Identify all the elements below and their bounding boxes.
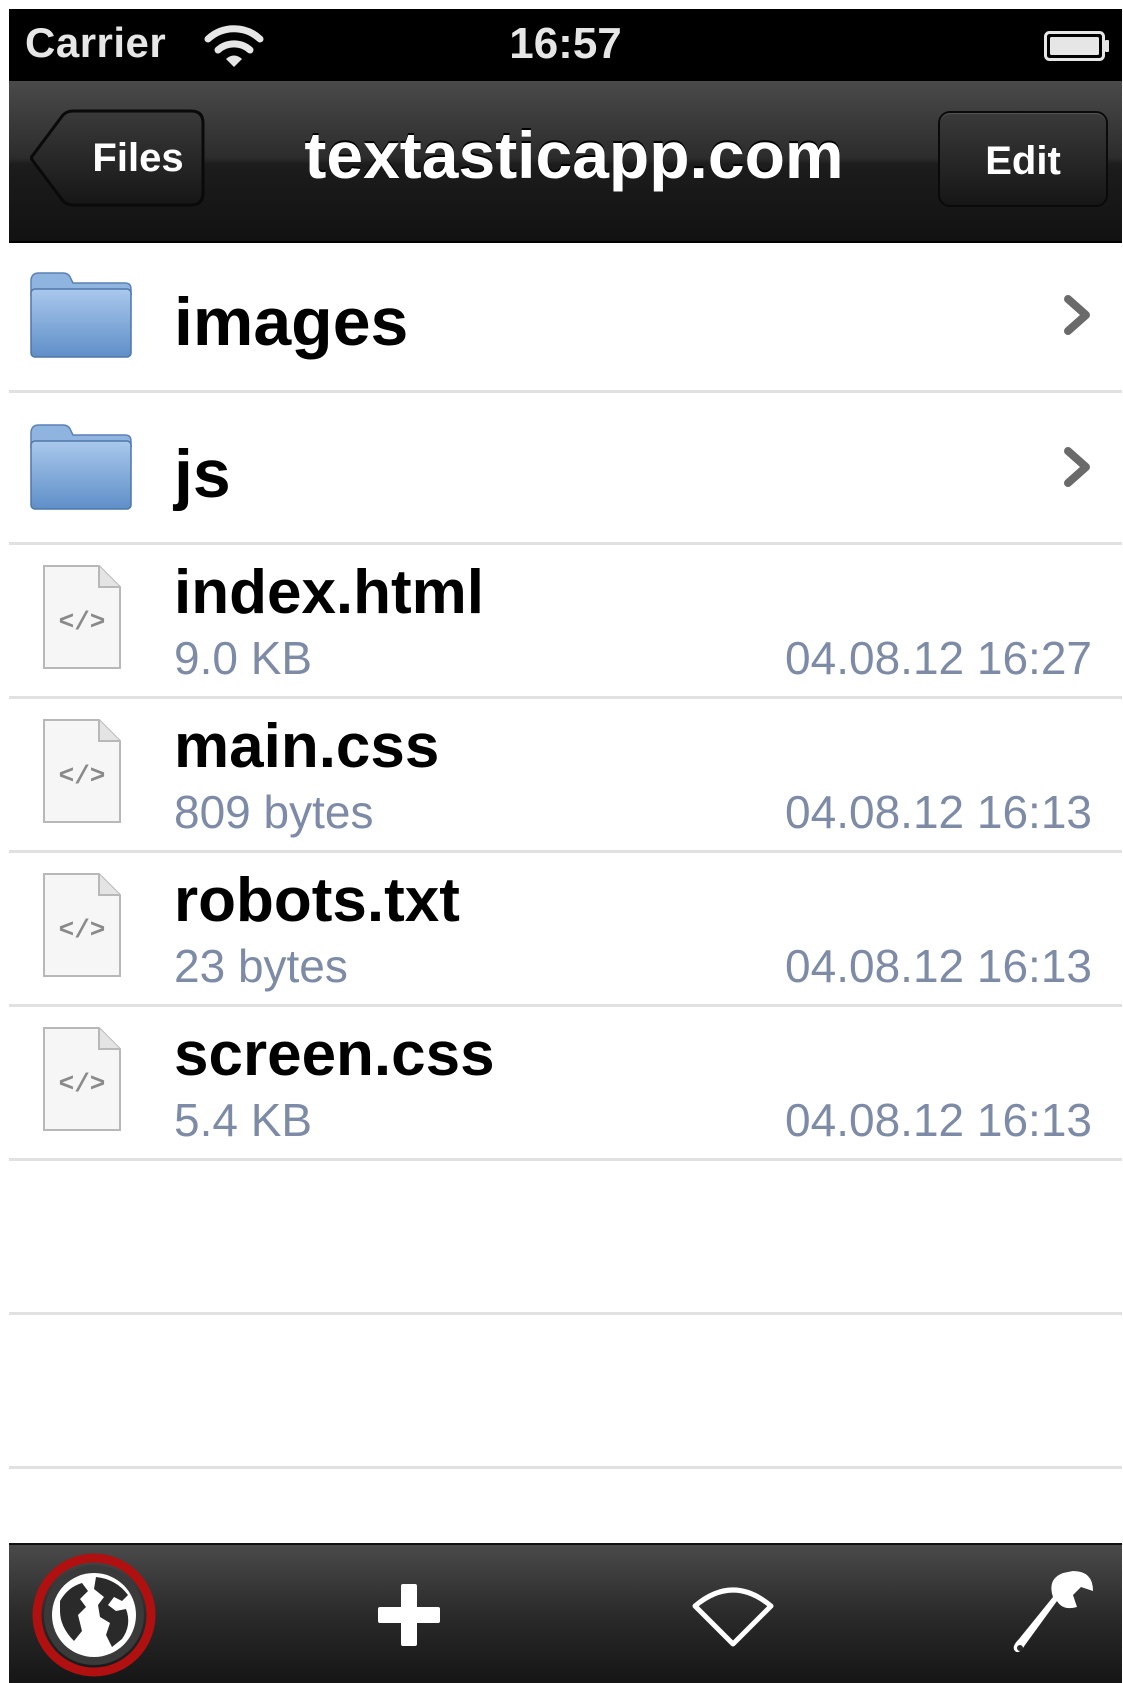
battery-icon [1044,31,1109,61]
edit-button[interactable]: Edit [938,111,1108,207]
empty-row [9,1315,1122,1469]
back-button-label: Files [92,136,184,180]
file-row[interactable]: </> screen.css 5.4 KB 04.08.12 16:13 [9,1007,1122,1161]
file-name: main.css [174,712,440,781]
file-date: 04.08.12 16:13 [785,1094,1092,1146]
file-size: 5.4 KB [174,1094,313,1146]
settings-button[interactable] [999,1545,1109,1683]
globe-icon [32,1553,156,1677]
svg-text:</>: </> [59,607,106,637]
svg-text:</>: </> [59,1069,106,1099]
wrench-icon [1013,1571,1093,1653]
folder-name: js [174,436,231,512]
file-name: screen.css [174,1020,495,1089]
empty-row [9,1161,1122,1315]
code-file-icon: </> [43,719,121,823]
status-bar: Carrier 16:57 [9,9,1122,81]
clock: 16:57 [509,19,622,68]
files-back-button[interactable]: Files [29,109,205,207]
app-screen: Carrier 16:57 Files textasticapp.com Edi… [9,9,1122,1683]
page-title: textasticapp.com [304,118,844,192]
file-name: index.html [174,558,485,627]
chevron-right-icon [1064,295,1090,335]
plus-icon [378,1584,440,1646]
folder-icon [30,272,132,358]
folder-icon [30,424,132,510]
wifi-transfer-button[interactable] [673,1545,793,1683]
file-name: robots.txt [174,866,460,935]
file-size: 809 bytes [174,786,374,838]
file-list: images js </> index.html 9.0 KB 04.08.12… [9,241,1122,1469]
svg-text:</>: </> [59,915,106,945]
code-file-icon: </> [43,1027,121,1131]
code-file-icon: </> [43,873,121,977]
bottom-toolbar [9,1543,1122,1683]
folder-row-images[interactable]: images [9,241,1122,393]
file-size: 9.0 KB [174,632,313,684]
add-button[interactable] [349,1545,469,1683]
file-row[interactable]: </> index.html 9.0 KB 04.08.12 16:27 [9,545,1122,699]
file-date: 04.08.12 16:13 [785,786,1092,838]
folder-row-js[interactable]: js [9,393,1122,545]
svg-text:</>: </> [59,761,106,791]
file-row[interactable]: </> robots.txt 23 bytes 04.08.12 16:13 [9,853,1122,1007]
chevron-right-icon [1064,447,1090,487]
file-row[interactable]: </> main.css 809 bytes 04.08.12 16:13 [9,699,1122,853]
wifi-icon [692,1587,774,1647]
navigation-bar: Files textasticapp.com Edit [9,81,1122,243]
file-date: 04.08.12 16:13 [785,940,1092,992]
folder-name: images [174,284,409,360]
code-file-icon: </> [43,565,121,669]
file-date: 04.08.12 16:27 [785,632,1092,684]
globe-button[interactable] [29,1545,159,1683]
file-size: 23 bytes [174,940,348,992]
